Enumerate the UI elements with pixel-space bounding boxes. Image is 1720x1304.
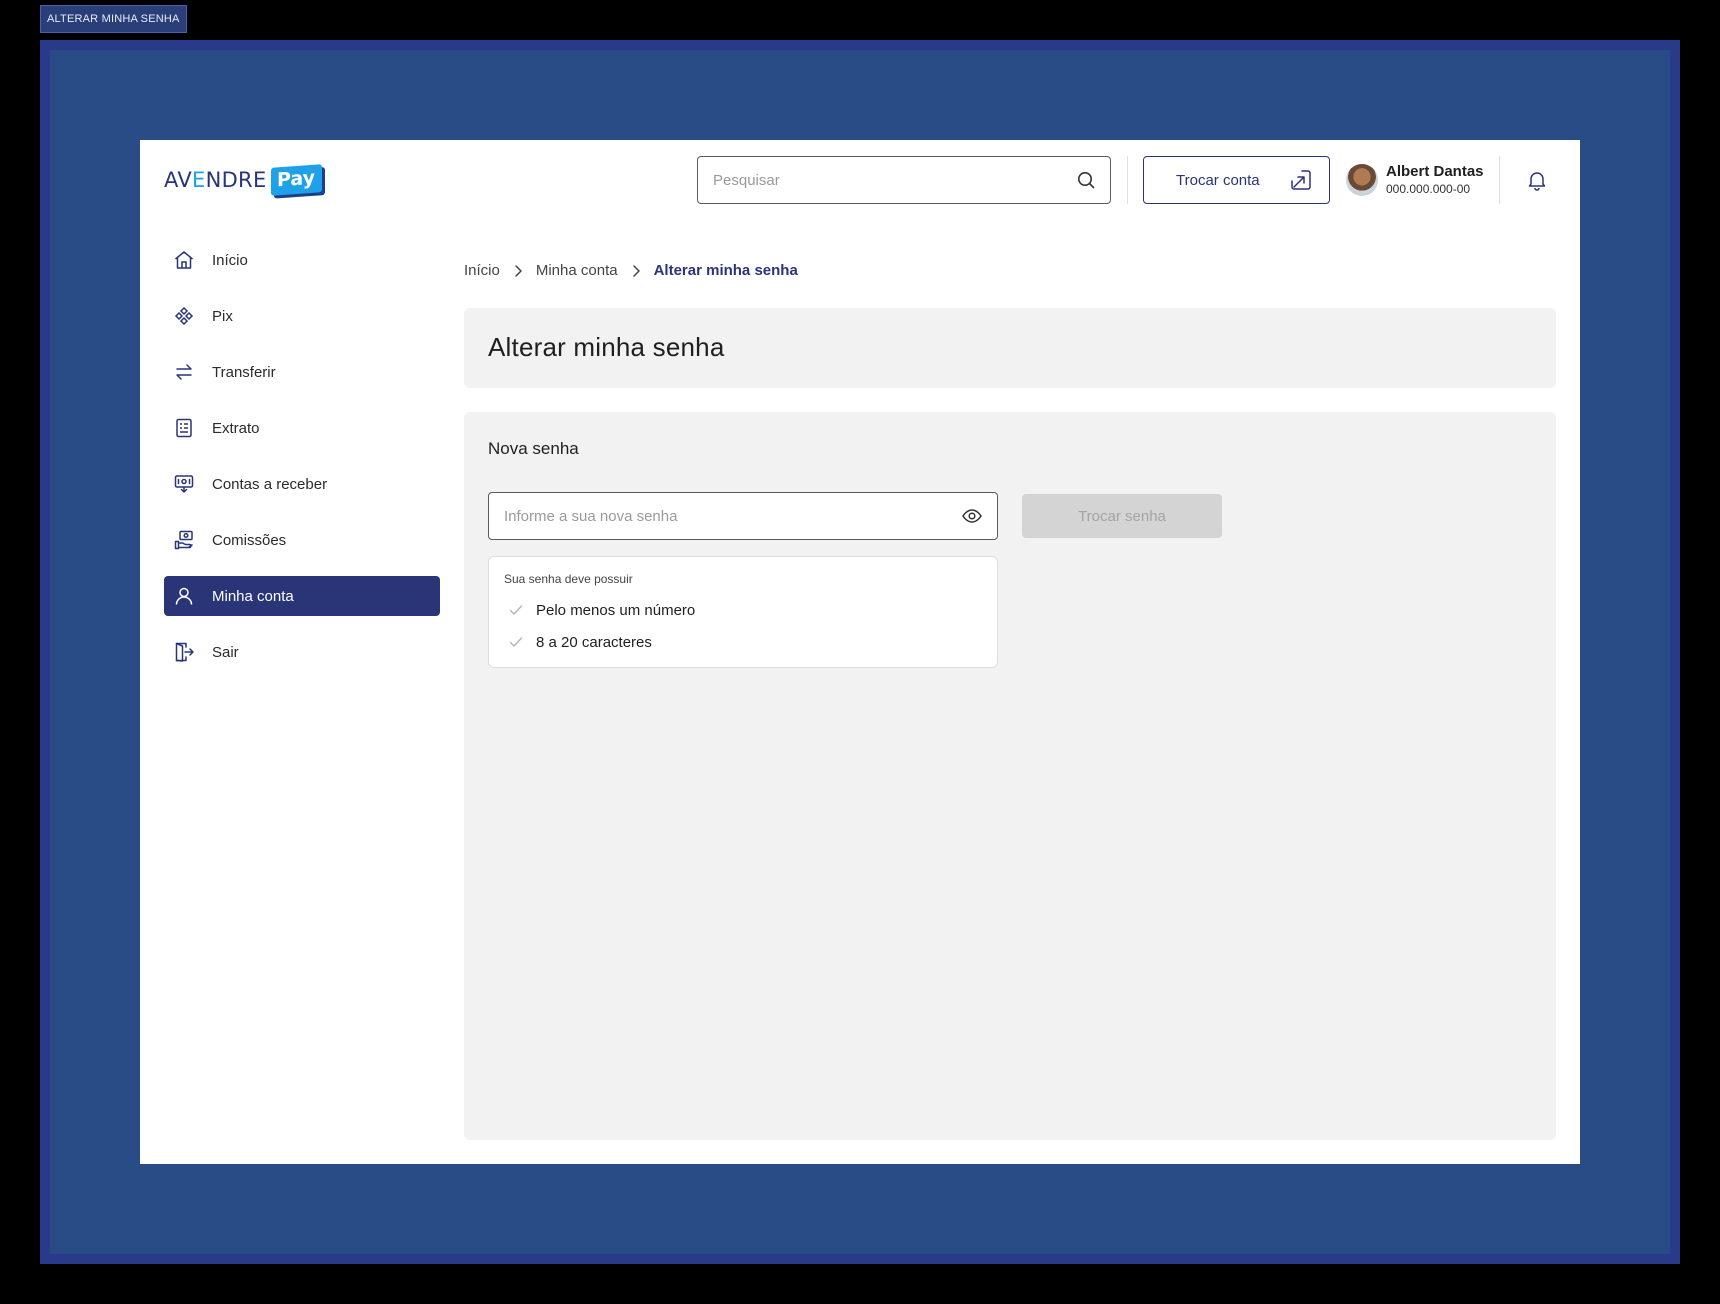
header-divider	[1127, 156, 1128, 204]
sidebar-item-transferir[interactable]: Transferir	[164, 352, 440, 392]
statement-icon	[172, 416, 196, 440]
password-rule: 8 a 20 caracteres	[504, 626, 982, 658]
form-section-title: Nova senha	[488, 439, 579, 458]
sidebar-item-minha-conta[interactable]: Minha conta	[164, 576, 440, 616]
avatar	[1346, 164, 1378, 196]
password-rules-box: Sua senha deve possuir Pelo menos um núm…	[488, 556, 998, 668]
new-password-input[interactable]	[504, 507, 961, 525]
user-profile[interactable]: Albert Dantas 000.000.000-00	[1346, 163, 1484, 197]
chevron-right-icon	[628, 263, 644, 279]
sidebar-item-label: Extrato	[212, 419, 260, 437]
sidebar-item-label: Início	[212, 251, 248, 269]
page-title: Alterar minha senha	[488, 332, 725, 362]
pix-icon	[172, 304, 196, 328]
logo[interactable]: AVENDRE Pay	[164, 162, 322, 198]
switch-account-label: Trocar conta	[1176, 171, 1260, 189]
receivables-icon	[172, 472, 196, 496]
check-icon	[508, 602, 524, 618]
logo-text: AVENDRE	[164, 168, 267, 192]
password-rule: Pelo menos um número	[504, 594, 982, 626]
sidebar-item-label: Comissões	[212, 531, 287, 549]
user-icon	[172, 584, 196, 608]
transfer-arrows-icon	[172, 360, 196, 384]
password-rules-title: Sua senha deve possuir	[504, 572, 633, 586]
new-password-field[interactable]	[488, 492, 998, 540]
logo-pay-badge: Pay	[270, 164, 322, 196]
user-info: Albert Dantas 000.000.000-00	[1386, 163, 1484, 197]
breadcrumb-item-current: Alterar minha senha	[653, 262, 798, 279]
sidebar-item-label: Minha conta	[212, 587, 294, 605]
search-box[interactable]	[697, 156, 1111, 204]
password-rule-text: Pelo menos um número	[536, 601, 696, 619]
password-form-card: Nova senha Trocar senha Sua senha deve p…	[464, 412, 1556, 1140]
password-rule-text: 8 a 20 caracteres	[536, 633, 652, 651]
bell-icon[interactable]	[1525, 168, 1549, 192]
sidebar-item-extrato[interactable]: Extrato	[164, 408, 440, 448]
sidebar-item-pix[interactable]: Pix	[164, 296, 440, 336]
breadcrumb-item-minha-conta[interactable]: Minha conta	[536, 262, 618, 279]
sidebar: Início Pix Transferir Extrato Contas a r…	[164, 240, 440, 688]
user-document: 000.000.000-00	[1386, 182, 1471, 196]
sidebar-item-label: Pix	[212, 307, 233, 325]
switch-account-button[interactable]: Trocar conta	[1143, 156, 1330, 204]
breadcrumb: Início Minha conta Alterar minha senha	[464, 262, 798, 279]
sidebar-item-sair[interactable]: Sair	[164, 632, 440, 672]
logo-text-suffix: NDRE	[205, 168, 267, 192]
sidebar-item-label: Contas a receber	[212, 475, 328, 493]
sidebar-item-inicio[interactable]: Início	[164, 240, 440, 280]
logout-icon	[172, 640, 196, 664]
sidebar-item-label: Sair	[212, 643, 239, 661]
sidebar-item-contas-a-receber[interactable]: Contas a receber	[164, 464, 440, 504]
chevron-right-icon	[510, 263, 526, 279]
search-input[interactable]	[713, 171, 1076, 189]
change-password-button[interactable]: Trocar senha	[1022, 494, 1222, 538]
sidebar-item-label: Transferir	[212, 363, 276, 381]
header-divider-2	[1499, 156, 1500, 204]
home-icon	[172, 248, 196, 272]
user-name: Albert Dantas	[1386, 163, 1484, 180]
switch-account-icon	[1289, 168, 1313, 192]
commission-icon	[172, 528, 196, 552]
search-icon[interactable]	[1076, 170, 1096, 190]
breadcrumb-item-inicio[interactable]: Início	[464, 262, 500, 279]
page-title-card: Alterar minha senha	[464, 308, 1556, 388]
sidebar-item-comissoes[interactable]: Comissões	[164, 520, 440, 560]
logo-text-prefix: AV	[164, 168, 192, 192]
app-window: AVENDRE Pay Trocar conta Albert Dantas 0…	[140, 140, 1580, 1164]
check-icon	[508, 634, 524, 650]
eye-icon[interactable]	[961, 505, 983, 527]
logo-text-e: E	[192, 168, 206, 192]
frame-tag: ALTERAR MINHA SENHA	[40, 5, 187, 33]
